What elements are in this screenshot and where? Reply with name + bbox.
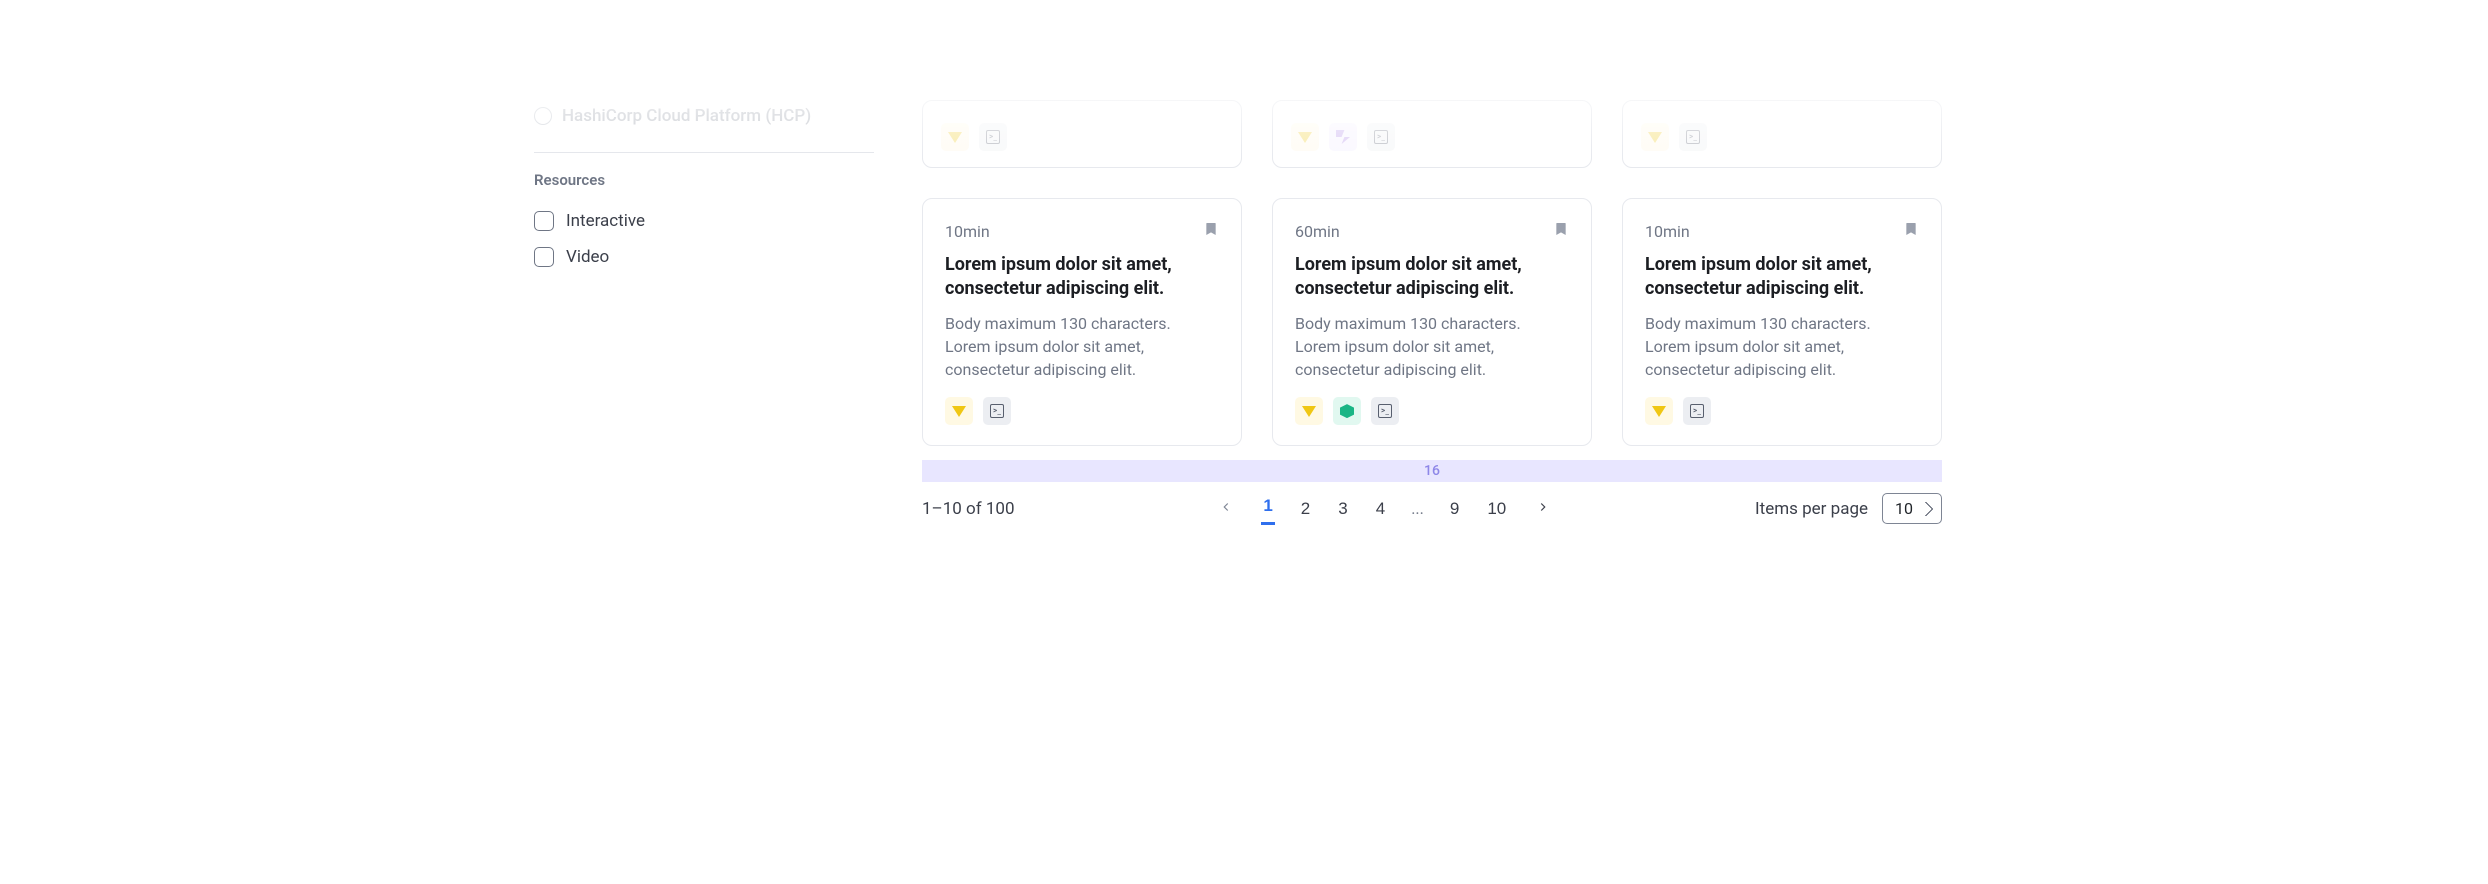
pagination-ellipsis: ...	[1411, 499, 1424, 518]
items-per-page-select[interactable]: 10	[1882, 493, 1942, 524]
tutorial-card[interactable]: 10min Lorem ipsum dolor sit amet, consect…	[922, 198, 1242, 446]
tutorial-card[interactable]: 60min Lorem ipsum dolor sit amet, consect…	[1272, 198, 1592, 446]
card-title: Lorem ipsum dolor sit amet, consectetur …	[945, 253, 1219, 302]
badge-row	[1295, 397, 1569, 425]
pagination-page-1[interactable]: 1	[1261, 492, 1274, 525]
terminal-icon	[1378, 404, 1392, 418]
vault-icon	[1648, 132, 1662, 143]
checkbox-label: Interactive	[566, 211, 645, 231]
pagination-page-2[interactable]: 2	[1299, 495, 1312, 523]
tutorial-card[interactable]: 10min Lorem ipsum dolor sit amet, consect…	[1622, 198, 1942, 446]
vault-icon	[952, 406, 966, 417]
terminal-badge	[1371, 397, 1399, 425]
pagination-prev[interactable]	[1215, 494, 1237, 523]
badge-row	[1641, 123, 1707, 151]
spacer-strip: 16	[922, 460, 1942, 482]
pagination-page-3[interactable]: 3	[1336, 495, 1349, 523]
pagination-page-10[interactable]: 10	[1485, 495, 1508, 523]
terminal-badge	[1679, 123, 1707, 151]
bookmark-icon[interactable]	[1553, 219, 1569, 243]
consul-badge	[1333, 397, 1361, 425]
bookmark-icon[interactable]	[1203, 219, 1219, 243]
radio-label: HashiCorp Cloud Platform (HCP)	[562, 106, 811, 126]
terminal-icon	[990, 404, 1004, 418]
vault-icon	[948, 132, 962, 143]
card-body: Body maximum 130 characters. Lorem ipsum…	[1645, 312, 1919, 382]
vault-badge	[945, 397, 973, 425]
vault-badge	[1291, 123, 1319, 151]
vault-badge	[1645, 397, 1673, 425]
badge-row	[941, 123, 1007, 151]
card-duration: 10min	[945, 222, 990, 241]
sidebar-divider	[534, 152, 874, 153]
resources-heading: Resources	[534, 171, 874, 189]
card-stub[interactable]	[1622, 100, 1942, 168]
nomad-badge	[1329, 123, 1357, 151]
items-per-page-label: Items per page	[1755, 499, 1868, 519]
card-stub[interactable]	[1272, 100, 1592, 168]
pagination-page-9[interactable]: 9	[1448, 495, 1461, 523]
vault-badge	[1641, 123, 1669, 151]
terminal-icon	[1690, 404, 1704, 418]
pagination-next[interactable]	[1532, 494, 1554, 523]
items-per-page-value: 10	[1895, 499, 1913, 518]
bookmark-icon[interactable]	[1903, 219, 1919, 243]
card-duration: 10min	[1645, 222, 1690, 241]
terminal-badge	[1367, 123, 1395, 151]
sidebar-disabled-radio: HashiCorp Cloud Platform (HCP)	[534, 100, 874, 132]
vault-icon	[1302, 406, 1316, 417]
checkbox-interactive[interactable]: Interactive	[534, 203, 874, 239]
radio-icon	[534, 107, 552, 125]
card-body: Body maximum 130 characters. Lorem ipsum…	[945, 312, 1219, 382]
terminal-icon	[1686, 130, 1700, 144]
terminal-icon	[986, 130, 1000, 144]
pagination-page-4[interactable]: 4	[1374, 495, 1387, 523]
checkbox-video[interactable]: Video	[534, 239, 874, 275]
vault-icon	[1298, 132, 1312, 143]
terminal-badge	[1683, 397, 1711, 425]
badge-row	[1645, 397, 1919, 425]
card-body: Body maximum 130 characters. Lorem ipsum…	[1295, 312, 1569, 382]
card-duration: 60min	[1295, 222, 1340, 241]
vault-icon	[1652, 406, 1666, 417]
checkbox-icon	[534, 211, 554, 231]
checkbox-label: Video	[566, 247, 609, 267]
card-title: Lorem ipsum dolor sit amet, consectetur …	[1295, 253, 1569, 302]
badge-row	[1291, 123, 1395, 151]
badge-row	[945, 397, 1219, 425]
nomad-icon	[1336, 130, 1350, 144]
spacer-value: 16	[1424, 463, 1440, 479]
vault-badge	[941, 123, 969, 151]
terminal-badge	[983, 397, 1011, 425]
terminal-icon	[1374, 130, 1388, 144]
card-title: Lorem ipsum dolor sit amet, consectetur …	[1645, 253, 1919, 302]
pagination-range: 1–10 of 100	[922, 499, 1015, 519]
vault-badge	[1295, 397, 1323, 425]
terminal-badge	[979, 123, 1007, 151]
checkbox-icon	[534, 247, 554, 267]
consul-icon	[1340, 404, 1354, 418]
card-stub[interactable]	[922, 100, 1242, 168]
